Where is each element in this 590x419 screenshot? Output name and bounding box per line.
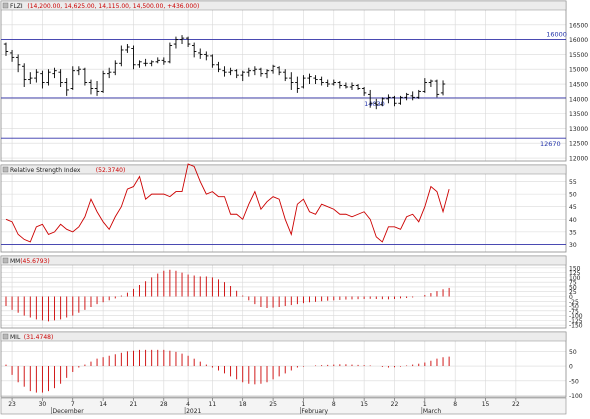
- rsi-ytick-label-5: 55: [569, 179, 577, 186]
- price-ytick-label-2: 13000: [569, 126, 588, 133]
- time-axis-month-label-2: February: [301, 408, 328, 415]
- time-axis-label-7: 11: [209, 401, 217, 408]
- mil-ytick-label-0: -100: [569, 393, 583, 400]
- price-ytick-label-1: 12500: [569, 141, 588, 148]
- chart-root: 1200012500130001350014000145001500015500…: [0, 0, 590, 415]
- time-axis-label-11: 8: [332, 401, 336, 408]
- time-axis-label-5: 28: [160, 401, 168, 408]
- time-axis-month-label-1: 2021: [186, 408, 201, 415]
- rsi-ytick-label-4: 50: [569, 192, 577, 199]
- time-axis-label-14: 1: [423, 401, 427, 408]
- rsi-ytick-label-2: 40: [569, 217, 577, 224]
- price-hline-label-1: 14030: [364, 100, 385, 108]
- mil-ytick-label-1: -50: [569, 378, 579, 385]
- rsi-ytick-label-0: 30: [569, 242, 577, 249]
- time-axis-label-3: 14: [99, 401, 107, 408]
- mil-ytick-label-3: 50: [569, 349, 577, 356]
- price-ytick-label-7: 15500: [569, 52, 588, 59]
- mil-header-value: (31.4748): [24, 334, 54, 341]
- rsi-header-bar: [1, 165, 566, 174]
- mil-header-bar: [1, 332, 566, 341]
- price-header-value: (14,200.00, 14,625.00, 14,115.00, 14,500…: [27, 3, 199, 10]
- mm-ytick-label-12: 150: [569, 265, 581, 272]
- time-axis-label-0: 23: [8, 401, 16, 408]
- price-header-label: FLZI: [10, 3, 23, 10]
- time-axis-label-17: 22: [512, 401, 520, 408]
- time-axis-label-2: 7: [71, 401, 75, 408]
- time-axis-month-label-0: December: [53, 408, 85, 415]
- price-ytick-label-6: 15000: [569, 67, 588, 74]
- mm-header-label: MM: [10, 258, 20, 265]
- time-axis-label-6: 4: [186, 401, 190, 408]
- price-ytick-label-0: 12000: [569, 156, 588, 163]
- mm-header-icon: [3, 258, 8, 263]
- rsi-header-icon: [3, 167, 8, 172]
- time-axis-label-12: 15: [360, 401, 368, 408]
- price-hline-label-2: 12670: [540, 140, 561, 148]
- time-axis-label-9: 25: [269, 401, 277, 408]
- time-axis-label-15: 8: [453, 401, 457, 408]
- time-axis-month-label-3: March: [423, 408, 441, 415]
- time-axis-label-4: 21: [130, 401, 138, 408]
- mil-header-label: MIL: [10, 334, 21, 341]
- time-axis-label-16: 15: [482, 401, 490, 408]
- mil-ytick-label-2: 0: [569, 364, 573, 371]
- mm-header-bar: [1, 256, 566, 265]
- price-ytick-label-4: 14000: [569, 96, 588, 103]
- price-hline-label-0: 16000: [546, 31, 567, 39]
- chart-svg: 1200012500130001350014000145001500015500…: [0, 0, 590, 415]
- rsi-ytick-label-1: 35: [569, 229, 577, 236]
- rsi-header-label: Relative Strength Index: [10, 167, 81, 174]
- time-axis-label-13: 22: [391, 401, 399, 408]
- mm-header-value: (45.6793): [20, 258, 50, 265]
- price-ytick-label-3: 13500: [569, 111, 588, 118]
- price-ytick-label-9: 16500: [569, 22, 588, 29]
- rsi-ytick-label-3: 45: [569, 204, 577, 211]
- time-axis-label-1: 30: [39, 401, 47, 408]
- price-ytick-label-8: 16000: [569, 37, 588, 44]
- mil-header-icon: [3, 334, 8, 339]
- price-ytick-label-5: 14500: [569, 82, 588, 89]
- time-axis-label-10: 1: [302, 401, 306, 408]
- rsi-header-value: (52.3740): [96, 167, 126, 174]
- time-axis-label-8: 18: [239, 401, 247, 408]
- price-header-icon: [3, 3, 8, 8]
